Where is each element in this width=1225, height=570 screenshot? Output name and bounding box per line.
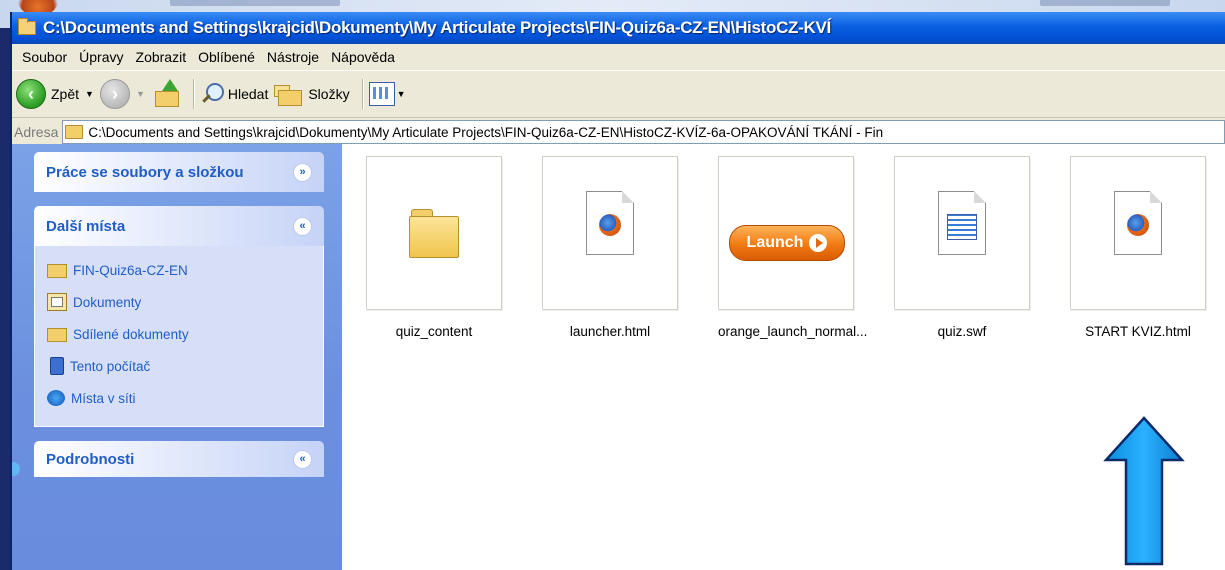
folder-icon: [47, 328, 67, 342]
menu-upravy[interactable]: Úpravy: [73, 49, 129, 65]
menu-nastroje[interactable]: Nástroje: [261, 49, 325, 65]
network-icon: [47, 390, 65, 406]
folders-button[interactable]: Složky: [274, 82, 350, 106]
search-icon: [200, 82, 224, 106]
chevron-down-icon[interactable]: ▼: [397, 89, 406, 99]
place-label: Místa v síti: [71, 390, 136, 406]
folder-icon: [65, 125, 84, 139]
place-label: FIN-Quiz6a-CZ-EN: [73, 262, 188, 278]
forward-arrow-icon: ›: [99, 79, 130, 109]
panel-header[interactable]: Práce se soubory a složkou »: [34, 152, 324, 192]
computer-icon: [50, 357, 64, 375]
search-label: Hledat: [227, 86, 269, 102]
address-bar: Adresa C:\Documents and Settings\krajcid…: [12, 118, 1225, 147]
firefox-document-icon: [1114, 191, 1162, 255]
views-icon: [368, 82, 395, 106]
file-thumbnail[interactable]: [366, 156, 502, 310]
toolbar-separator: [361, 79, 363, 109]
backdrop-text: [1040, 0, 1170, 6]
address-field[interactable]: C:\Documents and Settings\krajcid\Dokume…: [62, 120, 1225, 144]
place-link[interactable]: Sdílené dokumenty: [47, 318, 311, 350]
window-title: C:\Documents and Settings\krajcid\Dokume…: [43, 18, 831, 37]
back-label: Zpět: [51, 86, 80, 102]
back-button[interactable]: ‹ Zpět ▼: [16, 79, 94, 109]
file-tile[interactable]: Launch orange_launch_normal...: [718, 156, 868, 339]
folder-icon: [47, 264, 67, 278]
file-name: quiz.swf: [937, 324, 987, 339]
file-tile[interactable]: START KVIZ.html: [1070, 156, 1206, 339]
panel-title: Práce se soubory a složkou: [46, 163, 244, 181]
file-name: launcher.html: [569, 324, 651, 339]
place-link[interactable]: FIN-Quiz6a-CZ-EN: [47, 254, 311, 286]
file-thumbnail[interactable]: Launch: [718, 156, 854, 310]
task-pane: Práce se soubory a složkou » Další místa…: [12, 144, 342, 570]
panel-details: Podrobnosti «: [34, 441, 324, 477]
file-tile[interactable]: launcher.html: [542, 156, 678, 339]
blue-up-arrow-annotation: [1103, 416, 1185, 566]
panel-header[interactable]: Podrobnosti «: [34, 441, 324, 477]
title-bar[interactable]: C:\Documents and Settings\krajcid\Dokume…: [12, 12, 1225, 44]
menu-soubor[interactable]: Soubor: [16, 49, 73, 65]
place-link[interactable]: Místa v síti: [47, 382, 311, 414]
place-label: Dokumenty: [73, 294, 142, 310]
play-icon: [809, 234, 828, 252]
panel-body: FIN-Quiz6a-CZ-EN Dokumenty Sdílené dokum…: [34, 246, 324, 427]
panel-title: Další místa: [46, 217, 126, 235]
menu-napoveda[interactable]: Nápověda: [325, 49, 401, 65]
folder-icon: [409, 209, 459, 258]
file-name: quiz_content: [395, 324, 473, 339]
place-link[interactable]: Tento počítač: [47, 350, 311, 382]
firefox-document-icon: [586, 191, 634, 255]
menu-zobrazit[interactable]: Zobrazit: [130, 49, 193, 65]
expand-icon[interactable]: »: [293, 162, 312, 182]
folder-icon: [18, 18, 36, 35]
swf-file-icon: [938, 191, 986, 255]
back-arrow-icon: ‹: [16, 79, 46, 109]
up-button[interactable]: [151, 79, 181, 109]
explorer-window: C:\Documents and Settings\krajcid\Dokume…: [10, 12, 1225, 570]
my-documents-icon: [47, 293, 67, 311]
panel-other-places: Další místa « FIN-Quiz6a-CZ-EN Dokumenty…: [34, 206, 324, 427]
edge-badge: [12, 462, 20, 476]
file-thumbnail[interactable]: [542, 156, 678, 310]
address-path: C:\Documents and Settings\krajcid\Dokume…: [88, 124, 884, 140]
file-tile[interactable]: quiz.swf: [894, 156, 1030, 339]
collapse-icon[interactable]: «: [293, 216, 312, 236]
panel-header[interactable]: Další místa «: [34, 206, 324, 246]
forward-button[interactable]: › ▼: [99, 79, 145, 109]
chevron-down-icon[interactable]: ▼: [136, 89, 145, 99]
launch-button-image: Launch: [729, 225, 845, 261]
file-tile[interactable]: quiz_content: [366, 156, 502, 339]
chevron-down-icon[interactable]: ▼: [85, 89, 94, 99]
place-label: Sdílené dokumenty: [73, 326, 189, 342]
toolbar: ‹ Zpět ▼ › ▼ Hledat Složky ▼: [12, 71, 1225, 118]
address-label: Adresa: [14, 124, 59, 140]
folders-icon: [274, 82, 304, 106]
menu-bar: Soubor Úpravy Zobrazit Oblíbené Nástroje…: [12, 44, 1225, 71]
file-thumbnail[interactable]: [894, 156, 1030, 310]
launch-text: Launch: [746, 234, 804, 251]
panel-file-tasks: Práce se soubory a složkou »: [34, 152, 324, 192]
backdrop-text: [170, 0, 340, 6]
views-button[interactable]: ▼: [368, 82, 406, 106]
toolbar-separator: [192, 79, 194, 109]
file-view: quiz_content launcher.html Launch orange…: [342, 144, 1225, 570]
content-area: Práce se soubory a složkou » Další místa…: [12, 144, 1225, 570]
place-label: Tento počítač: [70, 358, 151, 374]
collapse-icon[interactable]: «: [293, 449, 312, 469]
panel-title: Podrobnosti: [46, 450, 135, 468]
search-button[interactable]: Hledat: [200, 82, 268, 106]
file-thumbnail[interactable]: [1070, 156, 1206, 310]
place-link[interactable]: Dokumenty: [47, 286, 311, 318]
file-name: orange_launch_normal...: [718, 324, 868, 339]
file-name: START KVIZ.html: [1085, 324, 1191, 339]
menu-oblibene[interactable]: Oblíbené: [192, 49, 261, 65]
folder-up-icon: [151, 79, 181, 109]
folders-label: Složky: [308, 86, 350, 102]
